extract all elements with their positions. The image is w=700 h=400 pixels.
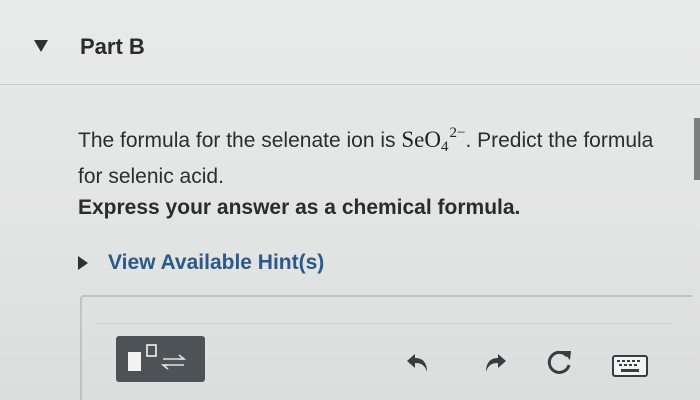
question-text-before: The formula for the selenate ion is	[78, 129, 402, 152]
answer-instruction: Express your answer as a chemical formul…	[78, 196, 521, 219]
expand-arrow-icon	[78, 256, 88, 270]
undo-icon[interactable]	[405, 349, 435, 375]
view-hints-toggle[interactable]: View Available Hint(s)	[78, 251, 324, 275]
selenate-formula: SeO42−	[401, 125, 466, 155]
toolbar-divider	[95, 323, 673, 324]
reset-icon[interactable]	[545, 347, 575, 377]
part-header: Part B	[0, 0, 700, 85]
question-text: The formula for the selenate ion is SeO4…	[78, 118, 678, 192]
scrollbar-thumb[interactable]	[694, 118, 700, 180]
part-title: Part B	[80, 34, 145, 59]
view-hints-link[interactable]: View Available Hint(s)	[108, 251, 324, 275]
templates-icon	[128, 344, 187, 371]
keyboard-icon[interactable]	[612, 355, 648, 377]
templates-button[interactable]	[116, 336, 205, 382]
collapse-triangle-icon[interactable]	[34, 40, 48, 52]
redo-icon[interactable]	[478, 349, 508, 375]
